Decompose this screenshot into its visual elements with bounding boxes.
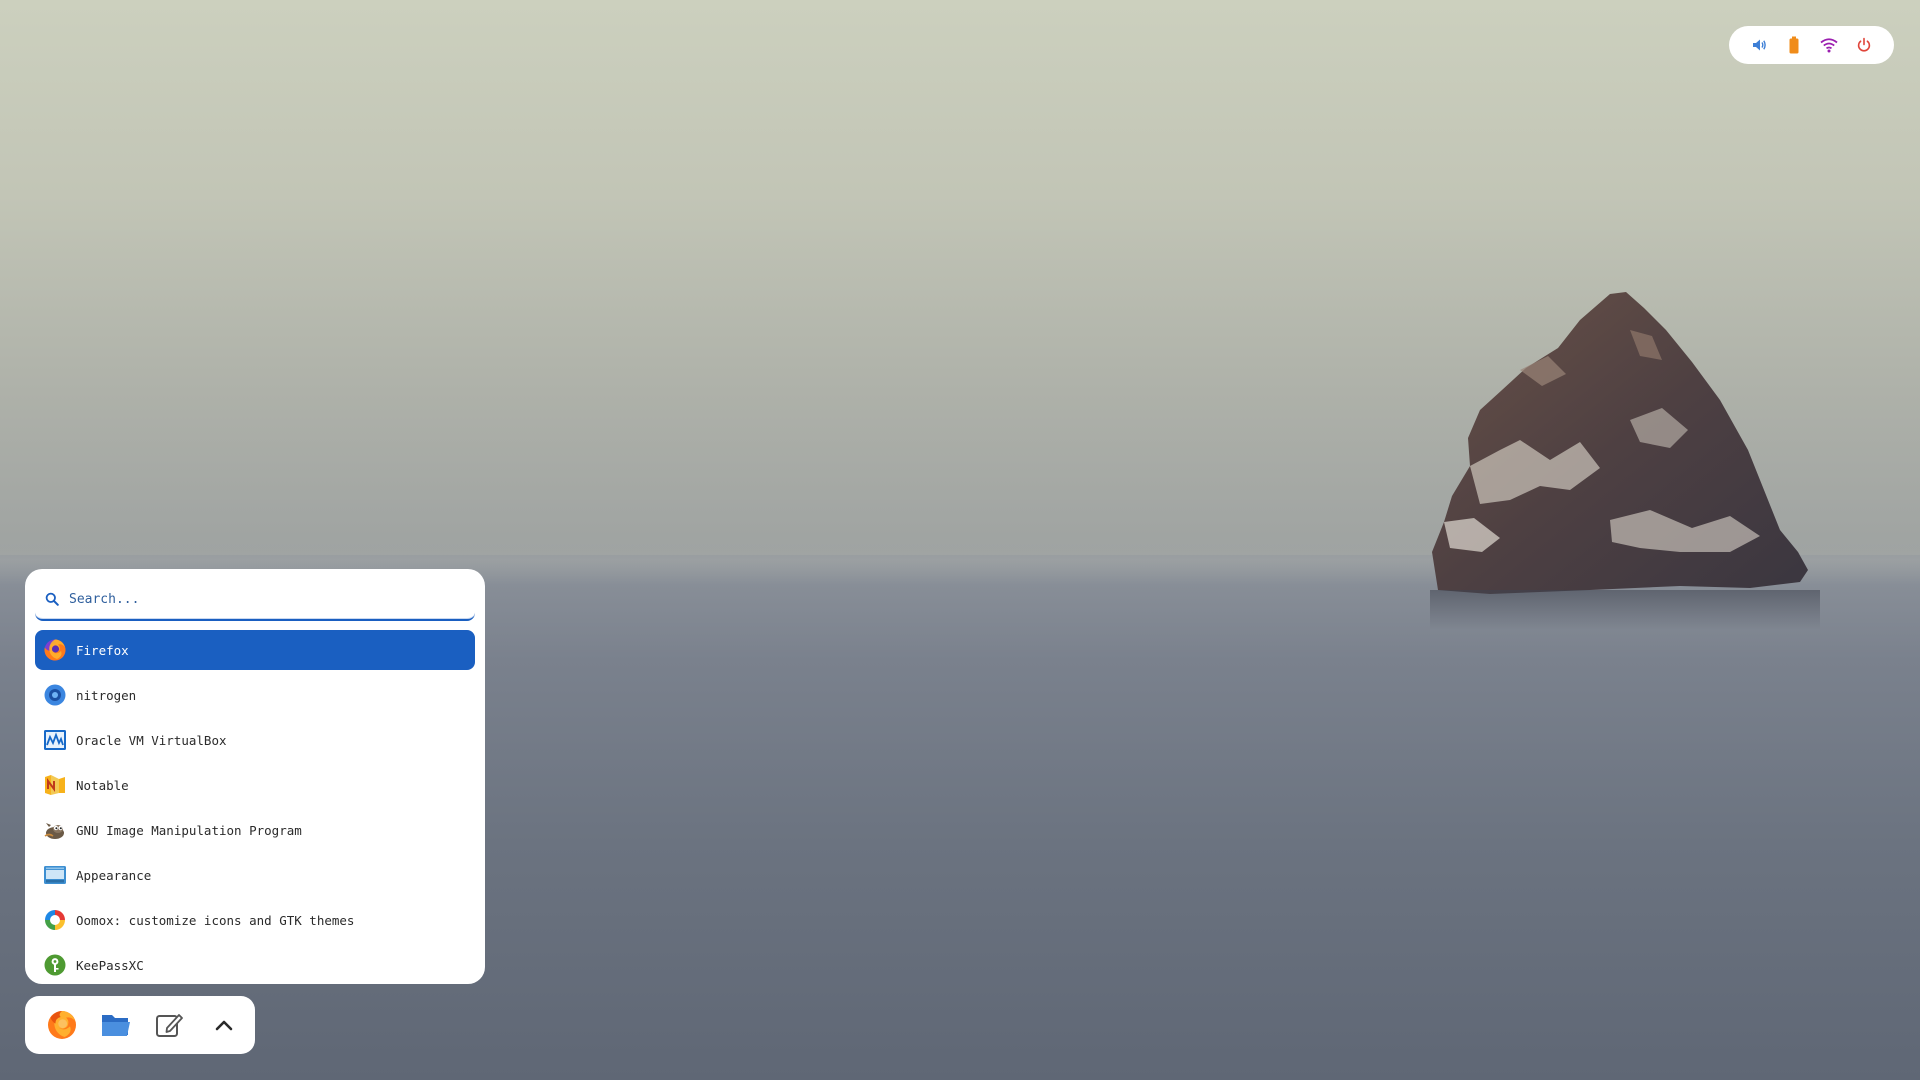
app-item-gimp[interactable]: GNU Image Manipulation Program xyxy=(35,810,475,850)
app-item-virtualbox[interactable]: Oracle VM VirtualBox xyxy=(35,720,475,760)
firefox-icon xyxy=(48,1011,76,1039)
battery-button[interactable] xyxy=(1782,33,1806,57)
system-tray xyxy=(1729,26,1894,64)
app-item-notable[interactable]: Notable xyxy=(35,765,475,805)
battery-icon xyxy=(1789,36,1799,54)
firefox-icon xyxy=(44,639,66,661)
app-item-label: Appearance xyxy=(76,867,152,883)
launcher-search xyxy=(35,579,475,621)
gimp-icon xyxy=(44,823,64,839)
chevron-up-icon xyxy=(215,1020,233,1031)
app-item-appearance[interactable]: Appearance xyxy=(35,855,475,895)
wallpaper-sea-stack xyxy=(1430,292,1820,630)
dock-files-button[interactable] xyxy=(99,1008,133,1042)
dock-text-editor-button[interactable] xyxy=(153,1008,187,1042)
app-item-label: GNU Image Manipulation Program xyxy=(76,822,302,838)
appearance-icon xyxy=(44,866,66,884)
app-item-oomox[interactable]: Oomox: customize icons and GTK themes xyxy=(35,900,475,940)
volume-button[interactable] xyxy=(1747,33,1771,57)
folder-icon xyxy=(102,1015,130,1036)
power-icon xyxy=(1858,37,1871,52)
wifi-button[interactable] xyxy=(1817,33,1841,57)
text-editor-icon xyxy=(156,1014,183,1037)
app-item-keepassxc[interactable]: KeePassXC xyxy=(35,945,475,985)
dock xyxy=(25,996,255,1054)
app-list: Firefox nitrogen Oracle VM VirtualBox No… xyxy=(35,630,475,985)
app-item-label: Firefox xyxy=(76,642,129,658)
app-launcher: Firefox nitrogen Oracle VM VirtualBox xyxy=(25,569,485,984)
oomox-icon xyxy=(45,910,65,930)
volume-icon xyxy=(1752,39,1766,51)
app-item-label: Oomox: customize icons and GTK themes xyxy=(76,912,355,928)
dock-firefox-button[interactable] xyxy=(45,1008,79,1042)
wifi-icon xyxy=(1820,38,1838,53)
power-button[interactable] xyxy=(1852,33,1876,57)
virtualbox-icon xyxy=(44,730,66,750)
nitrogen-icon xyxy=(44,684,66,706)
keepassxc-icon xyxy=(44,954,66,976)
dock-expand-button[interactable] xyxy=(207,1008,241,1042)
app-item-label: KeePassXC xyxy=(76,957,144,973)
app-item-firefox[interactable]: Firefox xyxy=(35,630,475,670)
search-input[interactable] xyxy=(67,590,451,608)
app-item-label: Oracle VM VirtualBox xyxy=(76,732,227,748)
notable-icon xyxy=(45,775,65,795)
app-item-nitrogen[interactable]: nitrogen xyxy=(35,675,475,715)
app-item-label: Notable xyxy=(76,777,129,793)
search-icon xyxy=(45,592,59,606)
app-item-label: nitrogen xyxy=(76,687,137,703)
